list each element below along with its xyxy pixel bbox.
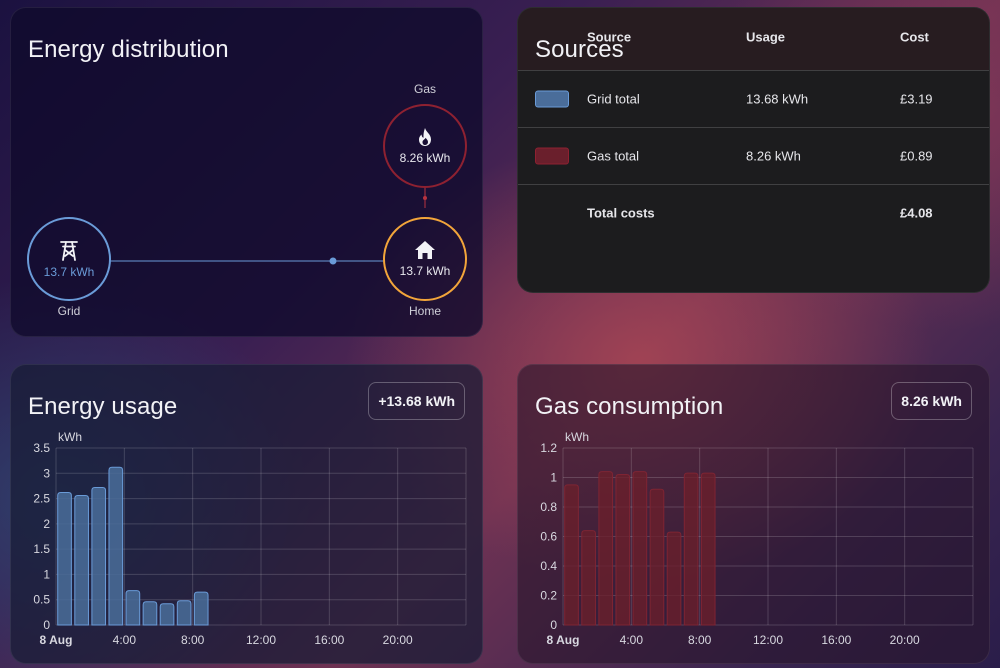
gas-consumption-chart[interactable]: kWh 0 0.2 0.4 0.6 0.8 1 1.2 8 Aug 4:00 8:00 12:00 16… (518, 365, 990, 664)
source-cost: £3.19 (900, 91, 933, 107)
source-usage: 8.26 kWh (746, 148, 801, 164)
chart-bar (581, 530, 596, 626)
gas-node-label: Gas (413, 82, 436, 96)
chart-bar (598, 471, 614, 626)
home-node[interactable]: 13.7 kWh (383, 217, 467, 301)
x-tick-label: 20:00 (890, 633, 920, 647)
y-tick-label: 3 (43, 466, 50, 480)
flow-dot (329, 257, 337, 265)
source-usage: 13.68 kWh (746, 91, 809, 107)
x-tick-label: 12:00 (246, 633, 276, 647)
y-tick-label: 1 (43, 567, 50, 581)
source-name: Grid total (587, 91, 640, 107)
header-source: Source (587, 29, 632, 45)
table-row[interactable]: Gas total 8.26 kWh £0.89 (518, 128, 989, 185)
gas-node[interactable]: 8.26 kWh (383, 104, 467, 188)
chart-bar (176, 600, 192, 626)
grid-node[interactable]: 13.7 kWh (27, 217, 111, 301)
chart-bar (74, 495, 89, 626)
fire-icon (419, 128, 431, 146)
y-tick-label: 2 (43, 517, 50, 531)
y-axis-unit-label: kWh (58, 430, 82, 444)
gas-node-value: 8.26 kWh (399, 151, 451, 165)
x-tick-label: 4:00 (620, 633, 644, 647)
y-tick-label: 0 (43, 618, 50, 632)
y-axis-unit-label: kWh (565, 430, 589, 444)
chart-bar (108, 466, 124, 626)
energy-usage-chart[interactable]: kWh 0 0.5 1 1.5 2 2.5 3 3.5 8 Aug 4:00 8:00 12:00 16:… (11, 365, 483, 664)
grid-node-value: 13.7 kWh (43, 265, 95, 279)
y-tick-label: 0.5 (33, 593, 50, 607)
header-cost: Cost (900, 29, 929, 45)
chart-bar (564, 484, 579, 626)
total-row: Total costs £4.08 (518, 185, 989, 241)
x-tick-label: 8:00 (688, 633, 712, 647)
x-tick-label: 16:00 (314, 633, 344, 647)
chart-bar (193, 591, 209, 626)
header-usage: Usage (746, 29, 786, 45)
x-tick-label: 16:00 (821, 633, 851, 647)
gas-flow-dot (423, 196, 427, 200)
gas-color-swatch (535, 147, 569, 165)
x-tick-label: 8 Aug (547, 633, 580, 647)
chart-bar (615, 474, 631, 626)
x-tick-label: 4:00 (113, 633, 137, 647)
y-tick-label: 3.5 (33, 441, 50, 455)
chart-bar (632, 471, 648, 626)
total-cost: £4.08 (900, 205, 933, 221)
transmission-tower-icon (60, 241, 78, 261)
y-tick-label: 0.2 (540, 589, 557, 603)
sources-card: Sources Source Usage Cost Grid total 13.… (517, 7, 990, 293)
chart-bar (125, 590, 141, 626)
chart-bar (700, 472, 716, 626)
x-tick-label: 12:00 (753, 633, 783, 647)
chart-bar (142, 601, 158, 626)
chart-bar (666, 531, 682, 626)
chart-bar (57, 492, 72, 626)
table-row[interactable]: Grid total 13.68 kWh £3.19 (518, 70, 989, 128)
chart-bar (649, 488, 665, 626)
y-tick-label: 2.5 (33, 492, 50, 506)
grid-color-swatch (535, 90, 569, 108)
y-tick-label: 0.8 (540, 500, 557, 514)
home-node-value: 13.7 kWh (399, 264, 451, 278)
grid-node-label: Grid (57, 304, 81, 318)
gas-consumption-card: Gas consumption 8.26 kWh kWh 0 0.2 0.4 0.6 0.… (517, 364, 990, 664)
y-tick-label: 1 (550, 471, 557, 485)
x-tick-label: 8 Aug (40, 633, 73, 647)
source-name: Gas total (587, 148, 640, 164)
table-header-row: Source Usage Cost (518, 8, 989, 66)
y-tick-label: 0.4 (540, 559, 557, 573)
source-cost: £0.89 (900, 148, 933, 164)
x-tick-label: 8:00 (181, 633, 205, 647)
energy-usage-card: Energy usage +13.68 kWh kWh 0 0.5 1 1.5 2 2.5 3… (10, 364, 483, 664)
total-label: Total costs (587, 205, 655, 221)
sources-table: Source Usage Cost Grid total 13.68 kWh £… (518, 30, 989, 241)
chart-bar (159, 603, 175, 626)
y-tick-label: 0.6 (540, 530, 557, 544)
chart-bar (683, 472, 699, 626)
x-tick-label: 20:00 (383, 633, 413, 647)
y-tick-label: 0 (550, 618, 557, 632)
y-tick-label: 1.2 (540, 441, 557, 455)
home-node-label: Home (408, 304, 441, 318)
chart-bar (91, 486, 107, 626)
y-tick-label: 1.5 (33, 542, 50, 556)
energy-distribution-card: Energy distribution Gas 8.26 kWh 13.7 kW… (10, 7, 483, 337)
home-icon (415, 241, 435, 259)
